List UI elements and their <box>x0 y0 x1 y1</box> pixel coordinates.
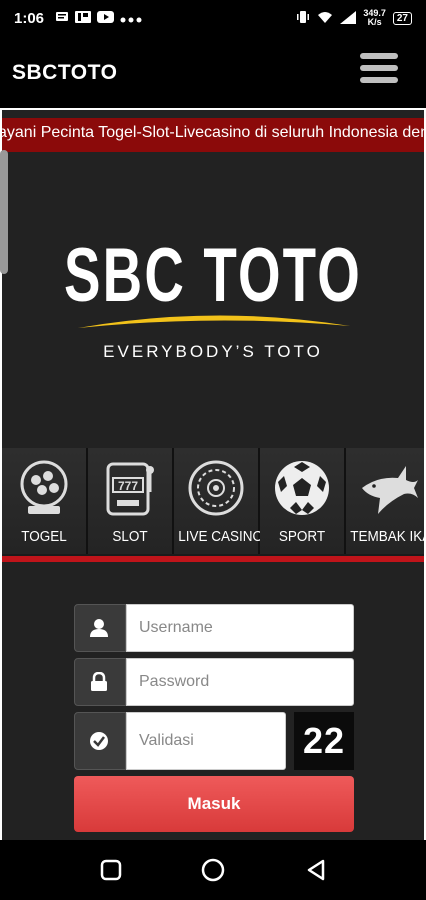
validation-addon <box>74 712 126 770</box>
game-item-live-casino[interactable]: LIVE CASINO <box>174 448 263 554</box>
game-label-togel: TOGEL <box>21 528 67 545</box>
user-icon <box>90 619 108 637</box>
net-speed: 349.7 K/s <box>363 9 386 27</box>
game-item-togel[interactable]: TOGEL <box>2 448 88 554</box>
marquee-text: ayani Pecinta Togel-Slot-Livecasino di s… <box>2 124 424 141</box>
more-dots-icon <box>120 10 142 28</box>
username-addon <box>74 604 126 652</box>
page-body: ayani Pecinta Togel-Slot-Livecasino di s… <box>0 110 424 840</box>
marquee-banner: ayani Pecinta Togel-Slot-Livecasino di s… <box>2 118 424 152</box>
login-button[interactable]: Masuk <box>74 776 354 832</box>
p-app-icon <box>75 10 91 28</box>
game-item-sport[interactable]: SPORT <box>260 448 346 554</box>
captcha-image: 22 <box>294 712 354 770</box>
app-bar: SBCTOTO <box>0 38 426 108</box>
net-speed-unit: K/s <box>367 17 382 27</box>
battery-level: 27 <box>396 12 408 24</box>
validation-row: Validasi 22 <box>74 712 354 770</box>
check-circle-icon <box>90 732 108 750</box>
lock-icon <box>91 672 107 691</box>
slot-machine-icon: 777 <box>106 462 154 516</box>
username-row: Username <box>74 604 354 652</box>
vibrate-icon <box>296 10 310 26</box>
logo-swoosh-icon <box>78 315 350 328</box>
back-icon[interactable] <box>304 858 328 882</box>
password-input[interactable]: Password <box>126 658 354 706</box>
password-row: Password <box>74 658 354 706</box>
game-item-slot[interactable]: 777 SLOT <box>88 448 174 554</box>
validation-input[interactable]: Validasi <box>126 712 286 770</box>
webview: ayani Pecinta Togel-Slot-Livecasino di s… <box>0 108 426 840</box>
home-icon[interactable] <box>201 858 225 882</box>
logo-tagline: EVERYBODY’S TOTO <box>103 342 323 361</box>
recent-apps-icon[interactable] <box>99 858 123 882</box>
game-menu: TOGEL 777 SLOT LIVE CASINO SPORT TEMBAK … <box>2 448 424 558</box>
soccer-ball-icon <box>275 461 329 515</box>
wifi-icon <box>317 11 333 26</box>
divider-bar <box>2 556 424 562</box>
status-right: 349.7 K/s 27 <box>296 9 412 27</box>
system-nav-bar <box>0 840 426 900</box>
logo-text: SBC TOTO <box>63 233 363 318</box>
game-item-tembak-ikan[interactable]: TEMBAK IKAN <box>346 448 424 554</box>
notification-icons <box>55 10 142 28</box>
game-label-slot: SLOT <box>112 528 148 545</box>
status-bar: 1:06 349.7 K/s 27 <box>0 0 426 38</box>
svg-text:777: 777 <box>118 479 138 493</box>
roulette-icon <box>188 460 244 516</box>
battery-icon: 27 <box>392 11 412 25</box>
hamburger-menu-icon[interactable] <box>360 53 398 87</box>
site-logo: SBC TOTO EVERYBODY’S TOTO <box>2 222 424 372</box>
username-input[interactable]: Username <box>126 604 354 652</box>
game-label-tembak-ikan: TEMBAK IKAN <box>350 528 424 545</box>
game-label-sport: SPORT <box>278 528 326 545</box>
app-title: SBCTOTO <box>12 61 118 84</box>
message-icon <box>55 10 69 28</box>
status-time: 1:06 <box>14 10 45 27</box>
shark-icon <box>362 466 418 514</box>
password-addon <box>74 658 126 706</box>
lottery-ball-icon <box>20 460 68 514</box>
youtube-icon <box>97 10 114 28</box>
signal-icon <box>340 10 357 26</box>
game-label-live-casino: LIVE CASINO <box>178 528 263 545</box>
